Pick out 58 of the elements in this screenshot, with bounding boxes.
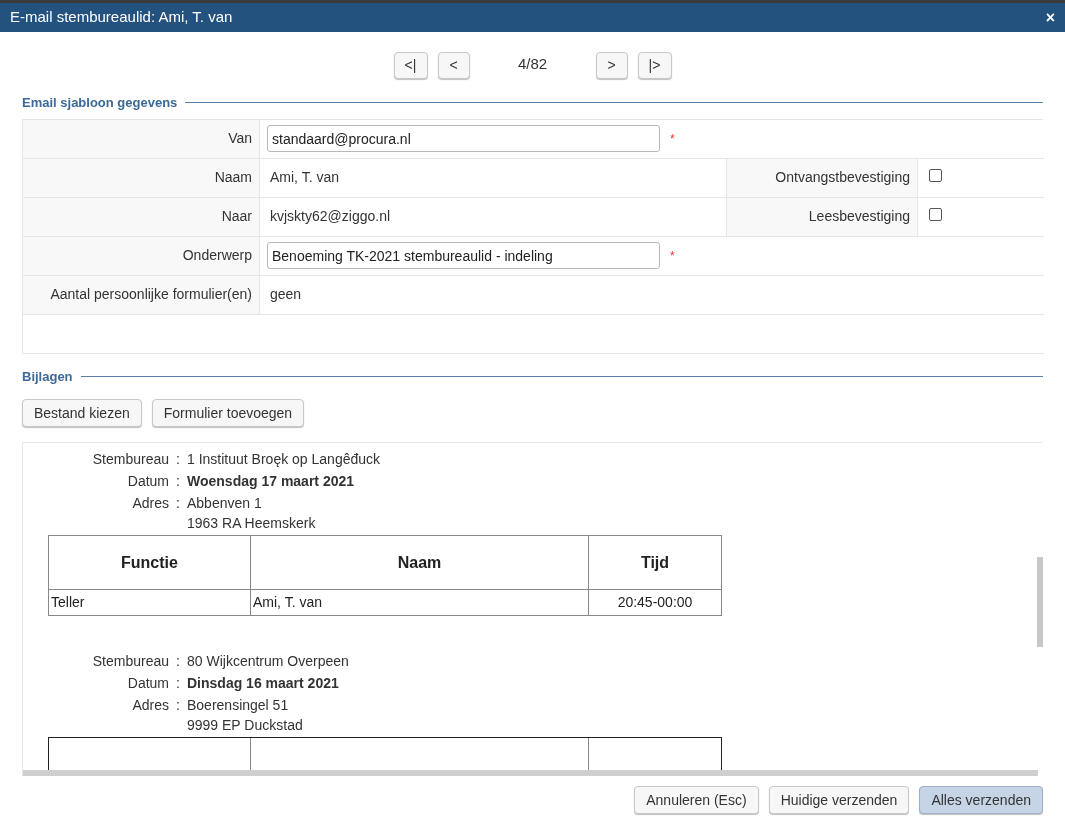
next-page-button[interactable]: > — [595, 52, 628, 79]
field-label: Van — [228, 129, 252, 148]
info-separator: : — [176, 473, 180, 489]
info-value: 1 Instituut Broęk op Langêđuck — [187, 450, 381, 469]
checkbox[interactable] — [929, 207, 942, 221]
info-value: 9999 EP Duckstad — [187, 716, 303, 735]
info-label: Stembureau — [92, 653, 169, 669]
info-separator: : — [176, 697, 180, 713]
text-field[interactable]: standaard@procura.nl — [267, 125, 660, 152]
required-mark: * — [670, 247, 675, 265]
info-value: Dinsdag 16 maart 2021 — [187, 674, 339, 693]
info-value: Woensdag 17 maart 2021 — [187, 472, 355, 491]
footer-button[interactable]: Alles verzenden — [919, 786, 1043, 814]
info-label: Datum — [127, 473, 169, 489]
column-header: Functie — [48, 535, 251, 590]
scrollbar[interactable] — [23, 770, 1038, 776]
info-label: Stembureau — [92, 451, 169, 467]
last-page-button[interactable]: |> — [637, 52, 672, 79]
footer-button[interactable]: Annuleren (Esc) — [634, 786, 759, 814]
field-label: Aantal persoonlijke formulier(en) — [50, 285, 252, 304]
required-mark: * — [670, 130, 675, 148]
info-value: Abbenven 1 — [187, 494, 263, 513]
table-cell: Ami, T. van — [250, 589, 589, 616]
info-label: Adres — [132, 495, 169, 511]
section-title: Bijlagen — [22, 367, 73, 386]
info-value: 80 Wijkcentrum Overpeen — [187, 652, 349, 671]
field-label: Leesbevestiging — [808, 207, 910, 226]
info-value: Boerensingel 51 — [187, 696, 290, 715]
info-separator: : — [176, 653, 180, 669]
field-label: Ontvangstbevestiging — [775, 168, 910, 187]
field-value: Ami, T. van — [269, 168, 339, 187]
field-label: Naam — [214, 168, 252, 187]
page-position: 4/82 — [516, 54, 549, 74]
field-value: kvjskty62@ziggo.nl — [269, 207, 391, 226]
info-separator: : — [176, 495, 180, 511]
info-separator: : — [176, 675, 180, 691]
window-title: E-mail stembureaulid: Ami, T. van — [10, 7, 233, 28]
footer-button[interactable]: Huidige verzenden — [768, 786, 910, 814]
attachment-button[interactable]: Formulier toevoegen — [151, 399, 305, 427]
text-field[interactable]: Benoeming TK-2021 stembureaulid - indeling — [267, 242, 660, 269]
field-value: geen — [269, 285, 302, 304]
close-button[interactable]: × — [1045, 5, 1055, 30]
previous-page-button[interactable]: < — [437, 52, 470, 79]
info-label: Datum — [127, 675, 169, 691]
column-header: Tijd — [588, 535, 722, 590]
info-separator: : — [176, 451, 180, 467]
first-page-button[interactable]: <| — [393, 52, 428, 79]
info-value: 1963 RA Heemskerk — [187, 514, 316, 533]
field-label: Onderwerp — [182, 246, 252, 265]
table-cell: 20:45-00:00 — [588, 589, 722, 616]
scrollbar[interactable] — [1037, 557, 1043, 647]
field-label: Naar — [221, 207, 252, 226]
checkbox[interactable] — [929, 168, 942, 182]
section-title: Email sjabloon gegevens — [22, 94, 178, 112]
attachment-button[interactable]: Bestand kiezen — [22, 399, 142, 427]
info-label: Adres — [132, 697, 169, 713]
column-header: Naam — [250, 535, 589, 590]
table-cell: Teller — [48, 589, 251, 616]
